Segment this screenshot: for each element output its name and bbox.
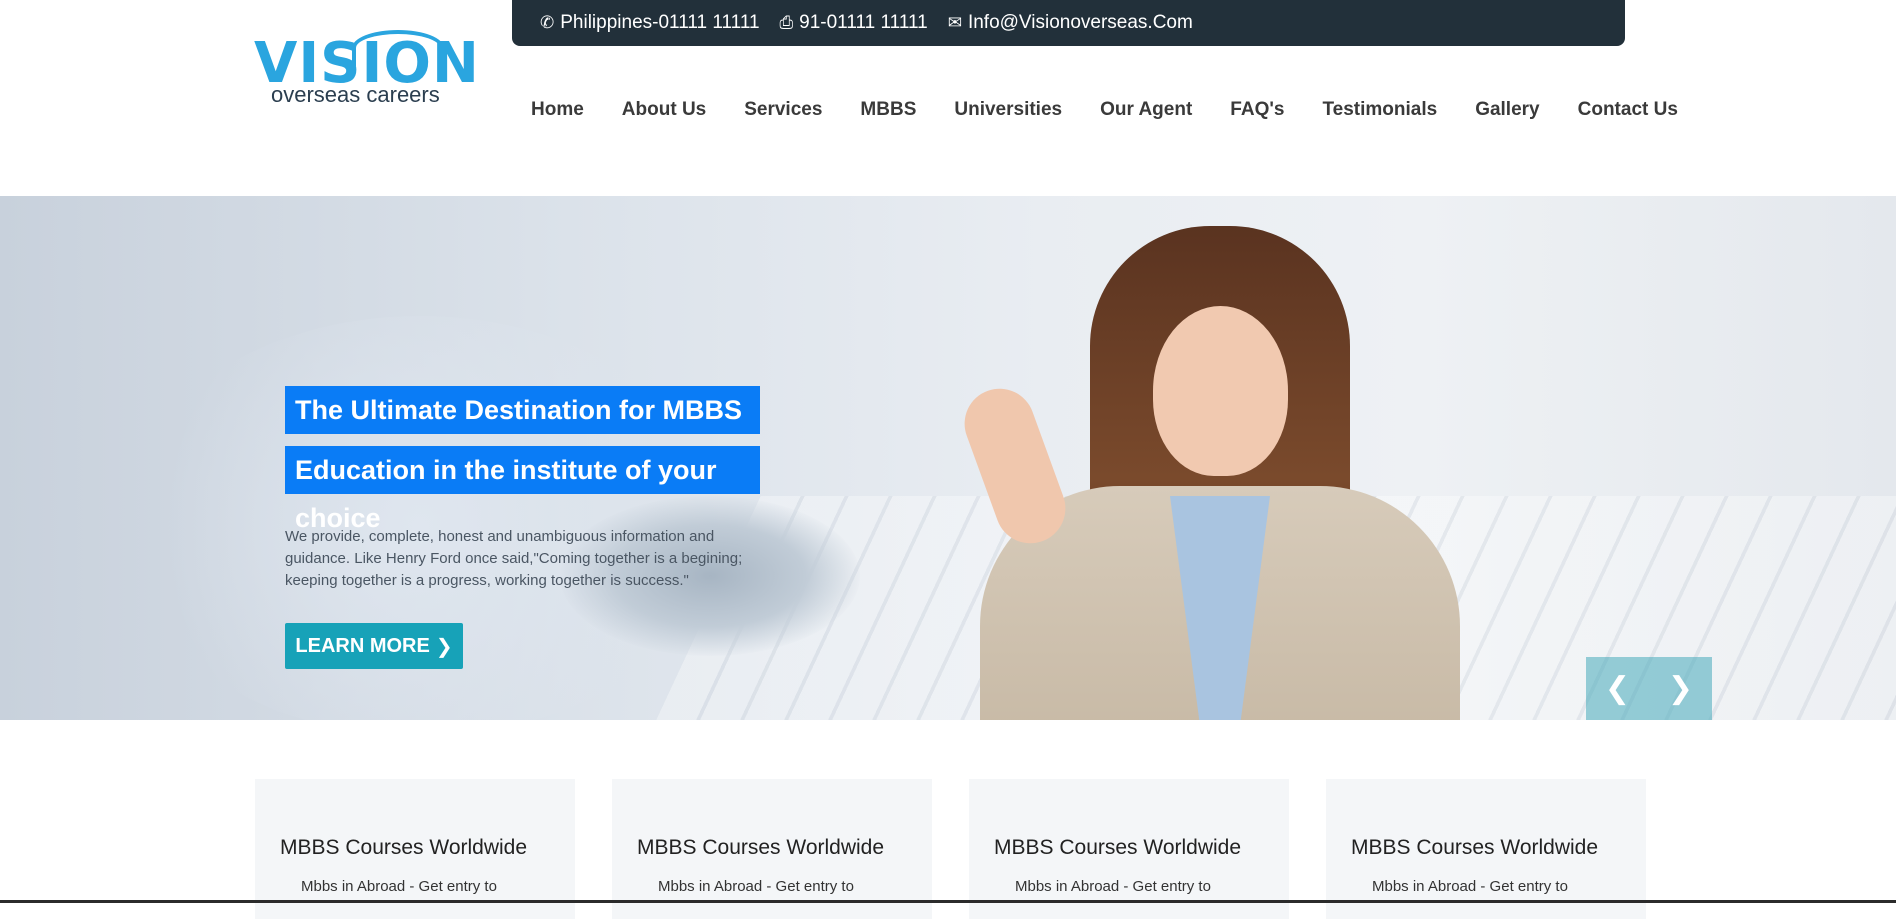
- card-title: MBBS Courses Worldwide: [280, 836, 528, 859]
- contact-phone-text: Philippines-01111 11111: [560, 12, 760, 33]
- card-text: Mbbs in Abroad - Get entry to: [1372, 878, 1568, 895]
- feature-card[interactable]: MBBS Courses Worldwide Mbbs in Abroad - …: [612, 779, 932, 919]
- card-text: Mbbs in Abroad - Get entry to: [1015, 878, 1211, 895]
- person-hand: [954, 378, 1076, 554]
- learn-more-label: LEARN MORE: [295, 634, 430, 657]
- site-logo[interactable]: VISION overseas careers: [254, 30, 479, 110]
- nav-testimonials[interactable]: Testimonials: [1322, 98, 1437, 122]
- nav-contact-us[interactable]: Contact Us: [1578, 98, 1678, 122]
- contact-fax-text: 91-01111 11111: [799, 12, 928, 33]
- card-text: Mbbs in Abroad - Get entry to: [658, 878, 854, 895]
- hero-title-line1: The Ultimate Destination for MBBS: [285, 386, 760, 434]
- hero-slider: The Ultimate Destination for MBBS Educat…: [0, 196, 1896, 720]
- nav-our-agent[interactable]: Our Agent: [1100, 98, 1192, 122]
- hero-person-image: [940, 226, 1480, 720]
- slider-next-button[interactable]: ❯: [1649, 657, 1712, 720]
- phone-icon: ✆: [540, 13, 555, 32]
- learn-more-button[interactable]: LEARN MORE ❯: [285, 623, 463, 669]
- contact-phone[interactable]: ✆ Philippines-01111 11111: [540, 12, 760, 34]
- card-title: MBBS Courses Worldwide: [994, 836, 1242, 859]
- nav-services[interactable]: Services: [744, 98, 822, 122]
- slider-prev-button[interactable]: ❮: [1586, 657, 1649, 720]
- nav-universities[interactable]: Universities: [954, 98, 1062, 122]
- card-text: Mbbs in Abroad - Get entry to: [301, 878, 497, 895]
- nav-mbbs[interactable]: MBBS: [860, 98, 916, 122]
- contact-bar: ✆ Philippines-01111 11111 ⎙ 91-01111 111…: [512, 0, 1625, 46]
- nav-about-us[interactable]: About Us: [622, 98, 706, 122]
- nav-gallery[interactable]: Gallery: [1475, 98, 1539, 122]
- main-nav: Home About Us Services MBBS Universities…: [531, 98, 1678, 122]
- contact-email-text: Info@Visionoverseas.Com: [967, 12, 1193, 33]
- logo-tagline: overseas careers: [271, 82, 440, 107]
- card-title: MBBS Courses Worldwide: [1351, 836, 1599, 859]
- chevron-right-icon: ❯: [435, 635, 453, 658]
- person-face: [1153, 306, 1288, 476]
- chevron-right-icon: ❯: [1667, 672, 1694, 705]
- feature-card[interactable]: MBBS Courses Worldwide Mbbs in Abroad - …: [255, 779, 575, 919]
- hero-title-line2: Education in the institute of your choic…: [285, 446, 760, 533]
- nav-home[interactable]: Home: [531, 98, 584, 122]
- chevron-left-icon: ❮: [1604, 672, 1631, 705]
- contact-email[interactable]: ✉ Info@Visionoverseas.Com: [948, 12, 1193, 34]
- contact-fax[interactable]: ⎙ 91-01111 11111: [780, 12, 928, 34]
- print-icon: ⎙: [779, 13, 794, 32]
- nav-faqs[interactable]: FAQ's: [1230, 98, 1284, 122]
- feature-cards: MBBS Courses Worldwide Mbbs in Abroad - …: [255, 779, 1646, 919]
- hero-description: We provide, complete, honest and unambig…: [285, 528, 743, 589]
- slider-controls: ❮ ❯: [1586, 657, 1712, 720]
- feature-card[interactable]: MBBS Courses Worldwide Mbbs in Abroad - …: [1326, 779, 1646, 919]
- feature-card[interactable]: MBBS Courses Worldwide Mbbs in Abroad - …: [969, 779, 1289, 919]
- envelope-icon: ✉: [947, 13, 962, 32]
- card-title: MBBS Courses Worldwide: [637, 836, 885, 859]
